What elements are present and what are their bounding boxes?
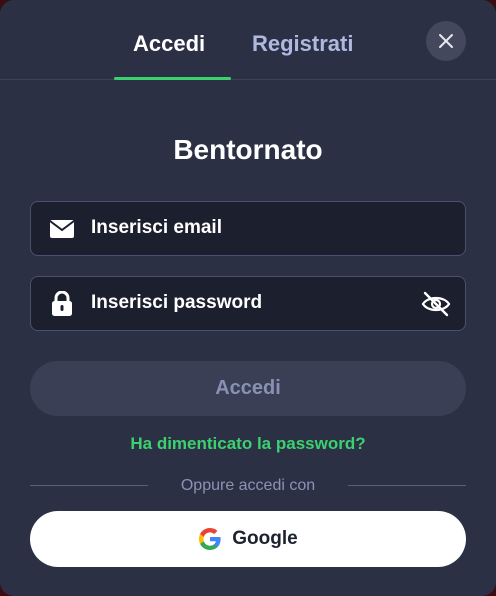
tab-register[interactable]: Registrati bbox=[252, 30, 353, 58]
login-modal: Accedi Registrati Bentornato Inserisci e… bbox=[0, 0, 496, 596]
login-button[interactable]: Accedi bbox=[30, 361, 466, 416]
close-icon bbox=[439, 34, 453, 48]
google-button-label: Google bbox=[232, 528, 298, 549]
envelope-icon bbox=[48, 216, 76, 242]
active-tab-indicator bbox=[114, 77, 231, 80]
email-input[interactable] bbox=[91, 202, 411, 254]
lock-icon bbox=[48, 291, 76, 317]
page-title: Bentornato bbox=[173, 134, 323, 165]
close-button[interactable] bbox=[426, 21, 466, 61]
divider-text: Oppure accedi con bbox=[180, 477, 316, 494]
auth-tabs: Accedi Registrati bbox=[0, 0, 496, 80]
email-field[interactable] bbox=[30, 201, 466, 256]
google-login-button[interactable]: Google bbox=[30, 511, 466, 567]
tab-login[interactable]: Accedi bbox=[133, 30, 205, 58]
eye-off-icon[interactable] bbox=[421, 291, 451, 317]
password-field[interactable] bbox=[30, 276, 466, 331]
google-icon bbox=[199, 528, 221, 550]
forgot-password-link[interactable]: Ha dimenticato la password? bbox=[0, 433, 496, 455]
password-input[interactable] bbox=[91, 277, 411, 329]
divider-line-right bbox=[348, 485, 466, 486]
